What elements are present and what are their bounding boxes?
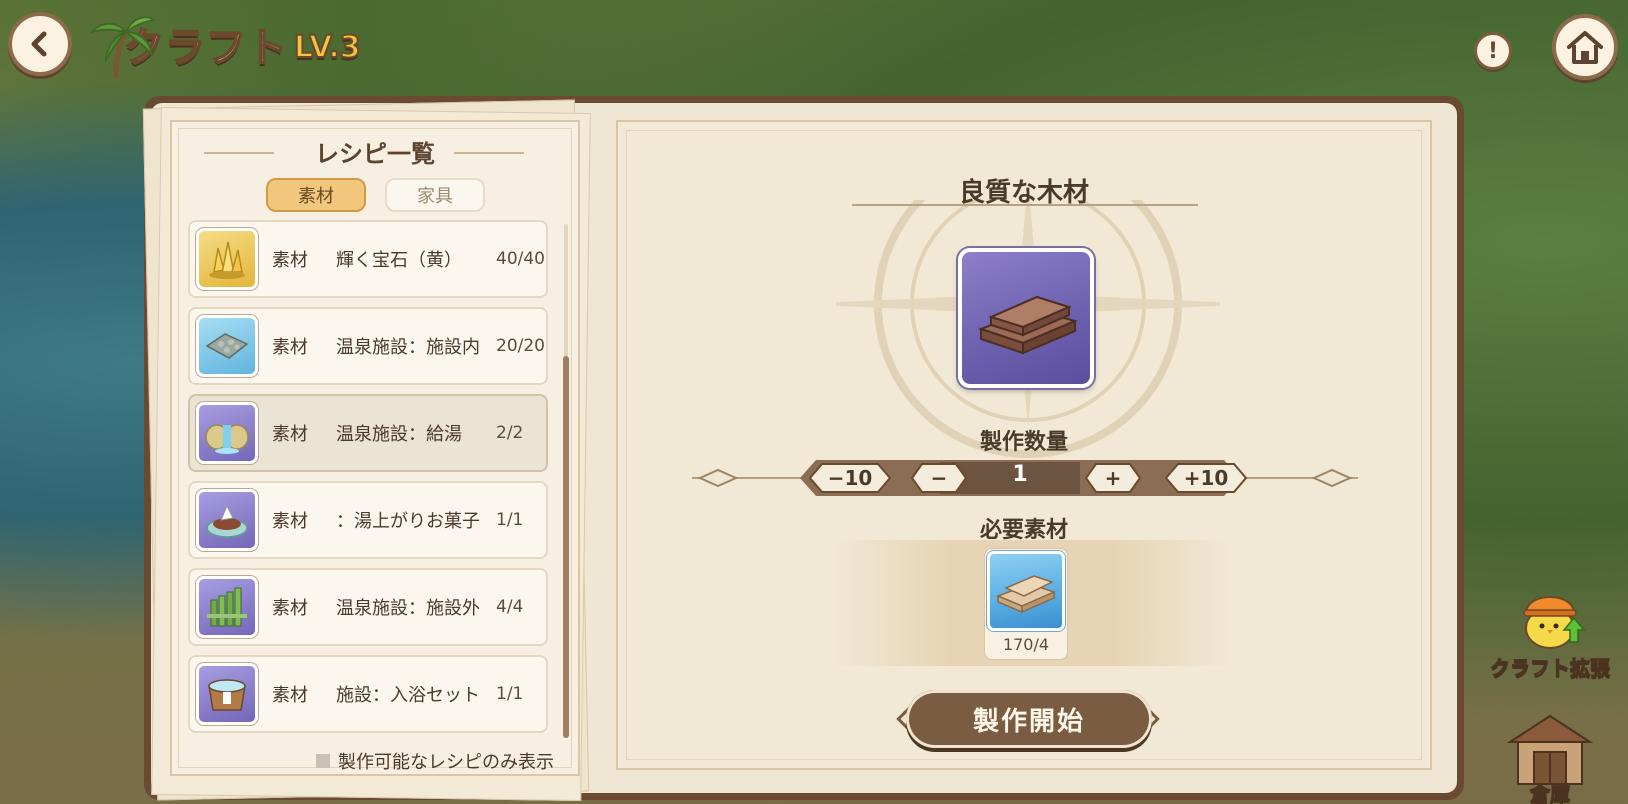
warehouse-button[interactable]: 倉庫 [1500, 712, 1600, 804]
item-name: 温泉施設：施設内 [336, 337, 480, 358]
title-ornament [454, 152, 524, 154]
recipe-list: 素材 輝く宝石（黄） 40/40 素材 温泉施設：施設内 20/20 素材 温泉… [188, 220, 548, 742]
info-button[interactable]: ! [1474, 32, 1512, 70]
page-title: クラフト LV.3 [82, 8, 362, 80]
plus-10-button[interactable]: +10 [1164, 462, 1248, 494]
recipe-item-sweets[interactable]: 素材 ：湯上がりお菓子 1/1 [188, 481, 548, 559]
item-category: 素材 [272, 337, 308, 358]
minus-button[interactable]: − [910, 462, 968, 494]
recipe-item-bamboo-fence[interactable]: 素材 温泉施設：施設外 4/4 [188, 568, 548, 646]
recipe-item-stone-tile[interactable]: 素材 温泉施設：施設内 20/20 [188, 307, 548, 385]
tab-furniture[interactable]: 家具 [385, 178, 485, 212]
item-name: 輝く宝石（黄） [336, 250, 462, 271]
stone-tile-icon [196, 315, 258, 377]
item-count: 1/1 [496, 510, 524, 530]
minus-label: − [930, 466, 948, 490]
item-category: 素材 [272, 511, 308, 532]
recipe-item-water-supply[interactable]: 素材 温泉施設：給湯 2/2 [188, 394, 548, 472]
required-material-card[interactable]: 170/4 [984, 548, 1068, 660]
craft-expand-label: クラフト拡張 [1490, 656, 1611, 681]
start-craft-label: 製作開始 [972, 706, 1085, 737]
chevron-left-icon [31, 31, 47, 57]
item-name: 温泉施設：施設外 [336, 598, 480, 619]
item-count: 20/20 [496, 336, 545, 356]
quantity-value[interactable]: 1 [990, 462, 1050, 487]
item-count: 2/2 [496, 423, 524, 443]
item-name: 温泉施設：給湯 [336, 424, 462, 445]
warehouse-icon [1506, 714, 1594, 785]
filter-checkbox[interactable] [316, 754, 330, 768]
home-icon [1567, 31, 1603, 64]
start-craft-button[interactable]: 製作開始 [906, 690, 1152, 748]
item-category: 素材 [272, 424, 308, 445]
gem-icon [196, 228, 258, 290]
craft-expand-button[interactable]: クラフト拡張 [1480, 582, 1620, 702]
recipe-item-gem[interactable]: 素材 輝く宝石（黄） 40/40 [188, 220, 548, 298]
bath-tub-icon [196, 663, 258, 725]
bamboo-fence-icon [196, 576, 258, 638]
exclamation-icon: ! [1487, 38, 1499, 64]
plus-label: + [1104, 466, 1122, 490]
title-underline [852, 204, 1198, 206]
level-badge: LV.3 [293, 29, 362, 66]
item-count: 1/1 [496, 684, 524, 704]
recipe-item-bath-set[interactable]: 素材 施設：入浴セット 1/1 [188, 655, 548, 733]
waterfall-rock-icon [196, 402, 258, 464]
plus-button[interactable]: + [1084, 462, 1142, 494]
item-count: 40/40 [496, 249, 545, 269]
chick-builder-icon [1523, 596, 1586, 649]
scrollbar-thumb[interactable] [563, 356, 569, 738]
title-ornament [204, 152, 274, 154]
item-category: 素材 [272, 250, 308, 271]
craftable-filter-toggle[interactable]: 製作可能なレシピのみ表示 [316, 748, 554, 774]
item-name: ：湯上がりお菓子 [336, 511, 480, 532]
sweets-icon [196, 489, 258, 551]
quantity-label: 製作数量 [979, 430, 1068, 455]
palm-leaf-icon [89, 16, 156, 79]
plus-10-label: +10 [1183, 466, 1229, 490]
item-name: 施設：入浴セット [336, 685, 480, 706]
home-button[interactable] [1552, 14, 1618, 80]
minus-10-button[interactable]: −10 [808, 462, 892, 494]
item-category: 素材 [272, 685, 308, 706]
crafted-item-frame [958, 248, 1094, 388]
back-button[interactable] [8, 12, 72, 76]
tab-materials[interactable]: 素材 [266, 178, 366, 212]
required-material-count: 170/4 [1002, 635, 1050, 654]
item-category: 素材 [272, 598, 308, 619]
minus-10-label: −10 [827, 466, 873, 490]
item-count: 4/4 [496, 597, 524, 617]
warehouse-label: 倉庫 [1530, 782, 1571, 804]
lumber-icon [987, 551, 1065, 631]
wood-plank-icon [978, 295, 1078, 355]
filter-label: 製作可能なレシピのみ表示 [338, 752, 554, 773]
